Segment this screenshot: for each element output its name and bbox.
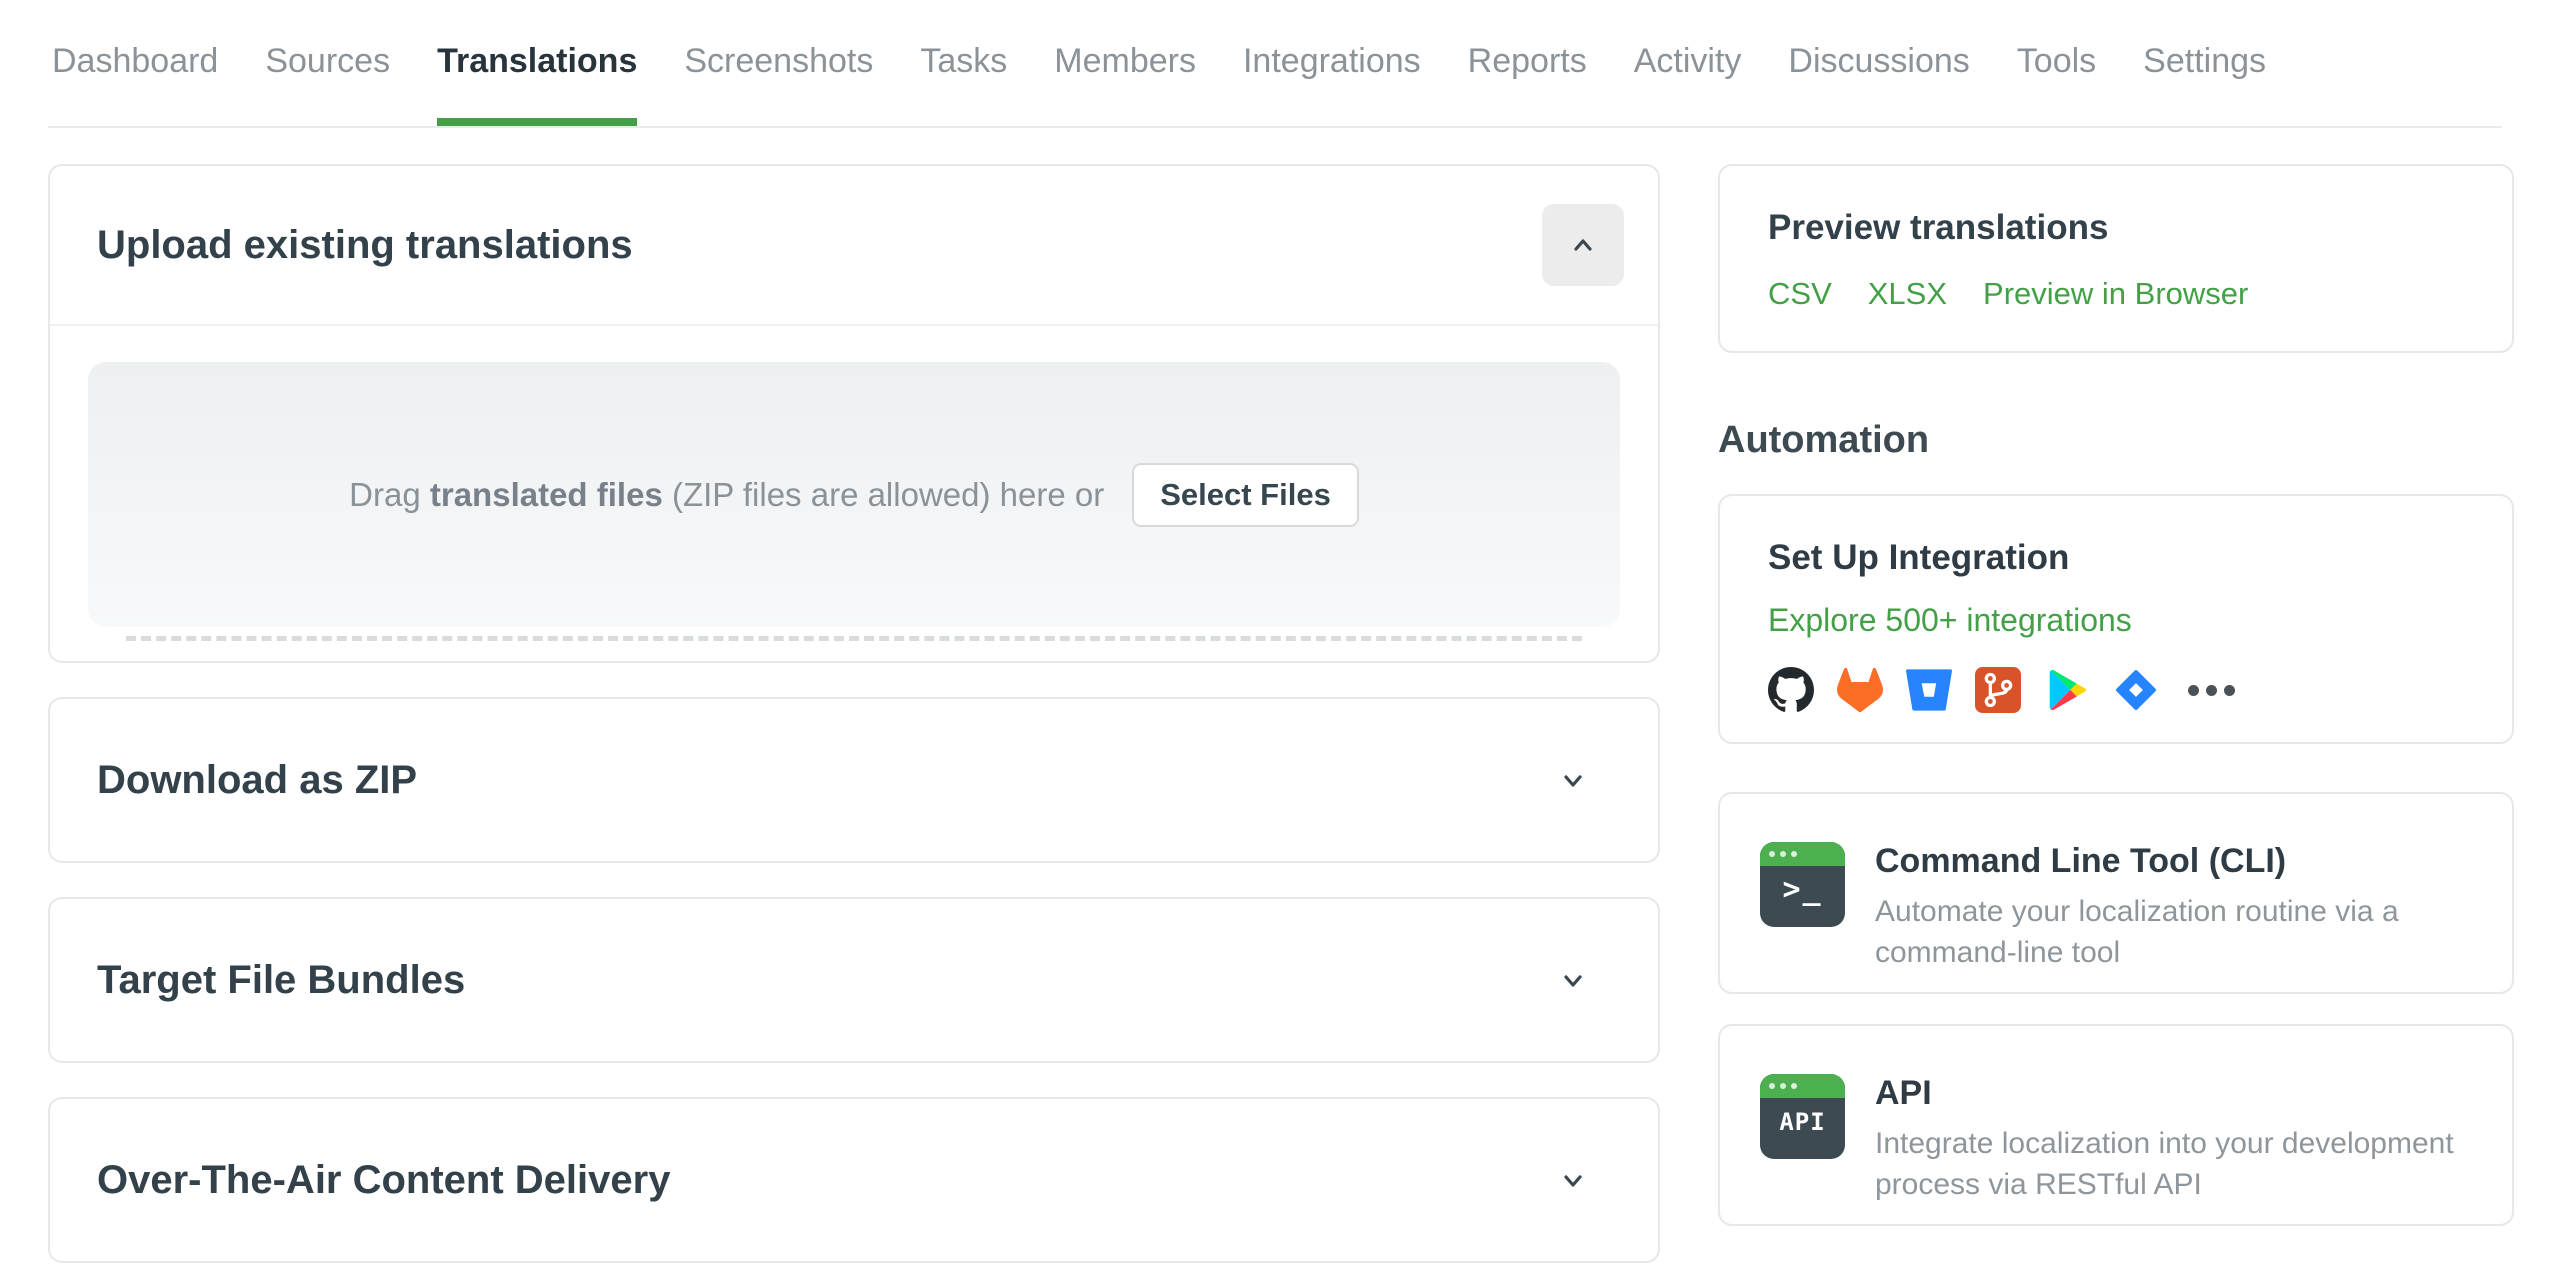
jira-icon[interactable]: [2113, 667, 2159, 713]
xlsx-link[interactable]: XLSX: [1868, 276, 1947, 312]
select-files-button[interactable]: Select Files: [1132, 462, 1359, 527]
integration-icon-row: [1768, 667, 2464, 713]
tab-reports[interactable]: Reports: [1468, 40, 1587, 128]
sidebar: Preview translations CSV XLSX Preview in…: [1718, 164, 2514, 1263]
tab-activity[interactable]: Activity: [1634, 40, 1742, 128]
api-card[interactable]: API API Integrate localization into your…: [1718, 1024, 2514, 1226]
tab-members[interactable]: Members: [1054, 40, 1196, 128]
csv-link[interactable]: CSV: [1768, 276, 1832, 312]
tab-tools[interactable]: Tools: [2017, 40, 2096, 128]
tab-discussions[interactable]: Discussions: [1788, 40, 1969, 128]
tab-dashboard[interactable]: Dashboard: [52, 40, 218, 128]
tab-integrations[interactable]: Integrations: [1243, 40, 1421, 128]
collapse-button[interactable]: [1542, 204, 1624, 286]
file-dropzone[interactable]: Drag translated files (ZIP files are all…: [88, 362, 1620, 627]
automation-heading: Automation: [1718, 419, 1930, 461]
upload-card-header: Upload existing translations: [50, 166, 1658, 326]
bitbucket-icon[interactable]: [1906, 667, 1952, 713]
preview-in-browser-link[interactable]: Preview in Browser: [1983, 276, 2248, 312]
cli-tool-description: Automate your localization routine via a…: [1875, 895, 2399, 969]
terminal-icon: >_: [1760, 842, 1845, 927]
main-column: Upload existing translations Drag transl…: [48, 164, 1660, 1263]
tab-tasks[interactable]: Tasks: [920, 40, 1007, 128]
preview-translations-title: Preview translations: [1768, 208, 2109, 247]
git-icon[interactable]: [1975, 667, 2021, 713]
over-the-air-section[interactable]: Over-The-Air Content Delivery: [48, 1097, 1660, 1263]
chevron-down-icon[interactable]: [1558, 765, 1588, 795]
nav-divider: [48, 126, 2502, 128]
section-title: Download as ZIP: [97, 757, 418, 802]
cli-tool-card[interactable]: >_ Command Line Tool (CLI) Automate your…: [1718, 792, 2514, 994]
cli-tool-title: Command Line Tool (CLI): [1875, 842, 2287, 880]
dropzone-text: Drag translated files (ZIP files are all…: [349, 475, 1105, 513]
set-up-integration-card: Set Up Integration Explore 500+ integrat…: [1718, 494, 2514, 744]
cli-tool-text: Command Line Tool (CLI) Automate your lo…: [1875, 842, 2472, 969]
tab-settings[interactable]: Settings: [2143, 40, 2266, 128]
chevron-up-icon: [1574, 239, 1592, 251]
chevron-down-icon[interactable]: [1558, 1165, 1588, 1195]
upload-existing-translations-card: Upload existing translations Drag transl…: [48, 164, 1660, 663]
tab-screenshots[interactable]: Screenshots: [684, 40, 873, 128]
api-title: API: [1875, 1074, 1932, 1112]
upload-card-title: Upload existing translations: [97, 222, 633, 267]
upload-card-body: Drag translated files (ZIP files are all…: [50, 326, 1658, 641]
chevron-down-icon[interactable]: [1558, 965, 1588, 995]
tab-translations[interactable]: Translations: [437, 40, 638, 128]
api-text: API Integrate localization into your dev…: [1875, 1074, 2472, 1201]
dropzone-dashed-divider: [126, 636, 1582, 641]
preview-translations-card: Preview translations CSV XLSX Preview in…: [1718, 164, 2514, 353]
tab-sources[interactable]: Sources: [265, 40, 390, 128]
section-title: Target File Bundles: [97, 957, 466, 1002]
explore-integrations-link[interactable]: Explore 500+ integrations: [1768, 602, 2132, 639]
target-file-bundles-section[interactable]: Target File Bundles: [48, 897, 1660, 1063]
download-as-zip-section[interactable]: Download as ZIP: [48, 697, 1660, 863]
set-up-integration-title: Set Up Integration: [1768, 538, 2070, 577]
project-nav: Dashboard Sources Translations Screensho…: [0, 0, 2550, 128]
api-icon: API: [1760, 1074, 1845, 1159]
gitlab-icon[interactable]: [1837, 667, 1883, 713]
google-play-icon[interactable]: [2044, 667, 2090, 713]
more-integrations-icon[interactable]: [2182, 684, 2235, 696]
preview-links: CSV XLSX Preview in Browser: [1768, 276, 2464, 312]
github-icon[interactable]: [1768, 667, 1814, 713]
api-description: Integrate localization into your develop…: [1875, 1127, 2454, 1201]
section-title: Over-The-Air Content Delivery: [97, 1157, 671, 1202]
